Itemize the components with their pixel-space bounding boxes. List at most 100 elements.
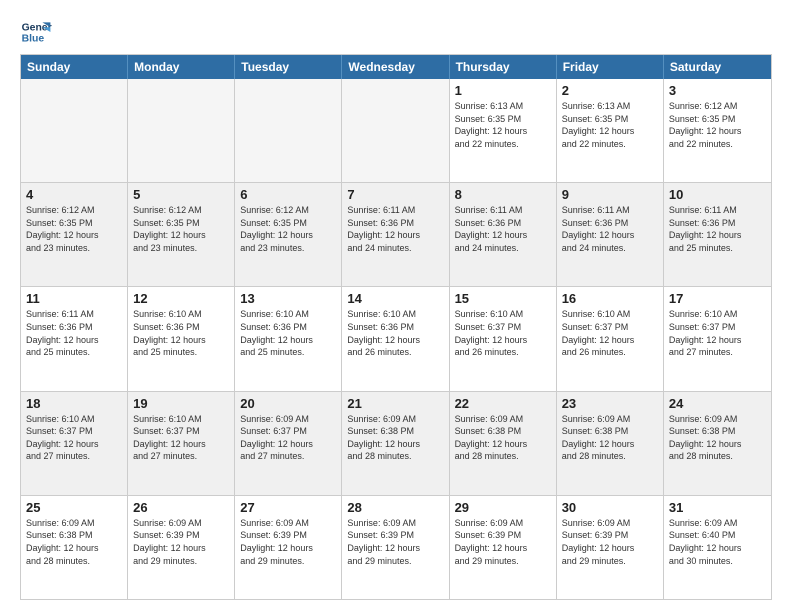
calendar-cell: 10Sunrise: 6:11 AM Sunset: 6:36 PM Dayli… xyxy=(664,183,771,286)
calendar-cell: 21 Sunrise: 6:09 AM Sunset: 6:38 PM Dayli… xyxy=(342,392,449,495)
calendar-cell: 28 Sunrise: 6:09 AM Sunset: 6:39 PM Dayli… xyxy=(342,496,449,599)
day-number: 1 xyxy=(455,83,551,98)
calendar-cell xyxy=(21,79,128,182)
day-number: 19 xyxy=(133,396,229,411)
day-detail: Sunrise: 6:10 AM Sunset: 6:37 PM Dayligh… xyxy=(562,308,658,358)
calendar-cell: 29 Sunrise: 6:09 AM Sunset: 6:39 PM Dayli… xyxy=(450,496,557,599)
day-number: 14 xyxy=(347,291,443,306)
day-number: 23 xyxy=(562,396,658,411)
day-detail: Sunrise: 6:09 AM Sunset: 6:40 PM Dayligh… xyxy=(669,517,766,567)
day-detail: Sunrise: 6:10 AM Sunset: 6:36 PM Dayligh… xyxy=(240,308,336,358)
calendar-cell: 8 Sunrise: 6:11 AM Sunset: 6:36 PM Daylig… xyxy=(450,183,557,286)
calendar-cell: 1Sunrise: 6:13 AM Sunset: 6:35 PM Daylig… xyxy=(450,79,557,182)
calendar-cell: 23 Sunrise: 6:09 AM Sunset: 6:38 PM Dayli… xyxy=(557,392,664,495)
day-detail: Sunrise: 6:11 AM Sunset: 6:36 PM Dayligh… xyxy=(26,308,122,358)
calendar-row: 4 Sunrise: 6:12 AM Sunset: 6:35 PM Daylig… xyxy=(21,183,771,287)
day-number: 11 xyxy=(26,291,122,306)
calendar-cell: 17 Sunrise: 6:10 AM Sunset: 6:37 PM Dayli… xyxy=(664,287,771,390)
calendar-cell: 6 Sunrise: 6:12 AM Sunset: 6:35 PM Daylig… xyxy=(235,183,342,286)
calendar-cell: 18 Sunrise: 6:10 AM Sunset: 6:37 PM Dayli… xyxy=(21,392,128,495)
calendar-cell: 5 Sunrise: 6:12 AM Sunset: 6:35 PM Daylig… xyxy=(128,183,235,286)
day-detail: Sunrise: 6:11 AM Sunset: 6:36 PM Dayligh… xyxy=(347,204,443,254)
day-number: 20 xyxy=(240,396,336,411)
day-number: 27 xyxy=(240,500,336,515)
day-number: 26 xyxy=(133,500,229,515)
calendar-cell: 7 Sunrise: 6:11 AM Sunset: 6:36 PM Daylig… xyxy=(342,183,449,286)
day-detail: Sunrise: 6:09 AM Sunset: 6:38 PM Dayligh… xyxy=(455,413,551,463)
calendar-cell xyxy=(235,79,342,182)
day-detail: Sunrise: 6:11 AM Sunset: 6:36 PM Dayligh… xyxy=(562,204,658,254)
day-detail: Sunrise: 6:12 AM Sunset: 6:35 PM Dayligh… xyxy=(133,204,229,254)
day-number: 29 xyxy=(455,500,551,515)
day-detail: Sunrise: 6:10 AM Sunset: 6:36 PM Dayligh… xyxy=(133,308,229,358)
day-number: 17 xyxy=(669,291,766,306)
calendar-row: 1 Sunrise: 6:13 AM Sunset: 6:35 PM Daylig… xyxy=(21,79,771,183)
day-detail: Sunrise: 6:10 AM Sunset: 6:37 PM Dayligh… xyxy=(26,413,122,463)
svg-text:Blue: Blue xyxy=(22,34,45,45)
calendar-cell xyxy=(128,79,235,182)
day-detail: Sunrise: 6:09 AM Sunset: 6:39 PM Dayligh… xyxy=(347,517,443,567)
day-number: 25 xyxy=(26,500,122,515)
day-detail: Sunrise: 6:09 AM Sunset: 6:38 PM Dayligh… xyxy=(669,413,766,463)
calendar-cell: 14 Sunrise: 6:10 AM Sunset: 6:36 PM Dayli… xyxy=(342,287,449,390)
header-day: Wednesday xyxy=(342,55,449,79)
header-day: Tuesday xyxy=(235,55,342,79)
day-detail: Sunrise: 6:09 AM Sunset: 6:38 PM Dayligh… xyxy=(562,413,658,463)
calendar-cell: 30Sunrise: 6:09 AM Sunset: 6:39 PM Dayli… xyxy=(557,496,664,599)
logo: General Blue xyxy=(20,16,52,48)
day-detail: Sunrise: 6:10 AM Sunset: 6:37 PM Dayligh… xyxy=(669,308,766,358)
day-number: 28 xyxy=(347,500,443,515)
day-number: 24 xyxy=(669,396,766,411)
day-number: 15 xyxy=(455,291,551,306)
day-detail: Sunrise: 6:10 AM Sunset: 6:36 PM Dayligh… xyxy=(347,308,443,358)
day-number: 5 xyxy=(133,187,229,202)
calendar-page: General Blue SundayMondayTuesdayWednesda… xyxy=(0,0,792,612)
day-number: 16 xyxy=(562,291,658,306)
day-detail: Sunrise: 6:12 AM Sunset: 6:35 PM Dayligh… xyxy=(240,204,336,254)
calendar-cell: 12 Sunrise: 6:10 AM Sunset: 6:36 PM Dayli… xyxy=(128,287,235,390)
calendar-cell: 19 Sunrise: 6:10 AM Sunset: 6:37 PM Dayli… xyxy=(128,392,235,495)
header-day: Thursday xyxy=(450,55,557,79)
calendar-cell: 24 Sunrise: 6:09 AM Sunset: 6:38 PM Dayli… xyxy=(664,392,771,495)
day-number: 31 xyxy=(669,500,766,515)
day-number: 21 xyxy=(347,396,443,411)
logo-icon: General Blue xyxy=(20,16,52,48)
day-number: 12 xyxy=(133,291,229,306)
day-number: 18 xyxy=(26,396,122,411)
calendar-row: 11 Sunrise: 6:11 AM Sunset: 6:36 PM Dayli… xyxy=(21,287,771,391)
day-detail: Sunrise: 6:09 AM Sunset: 6:38 PM Dayligh… xyxy=(347,413,443,463)
day-detail: Sunrise: 6:12 AM Sunset: 6:35 PM Dayligh… xyxy=(669,100,766,150)
day-number: 22 xyxy=(455,396,551,411)
calendar-cell: 2 Sunrise: 6:13 AM Sunset: 6:35 PM Daylig… xyxy=(557,79,664,182)
calendar-header: SundayMondayTuesdayWednesdayThursdayFrid… xyxy=(21,55,771,79)
calendar-cell: 25Sunrise: 6:09 AM Sunset: 6:38 PM Dayli… xyxy=(21,496,128,599)
calendar-cell: 22 Sunrise: 6:09 AM Sunset: 6:38 PM Dayli… xyxy=(450,392,557,495)
day-number: 13 xyxy=(240,291,336,306)
day-number: 6 xyxy=(240,187,336,202)
day-number: 8 xyxy=(455,187,551,202)
calendar: SundayMondayTuesdayWednesdayThursdayFrid… xyxy=(20,54,772,600)
day-detail: Sunrise: 6:09 AM Sunset: 6:39 PM Dayligh… xyxy=(133,517,229,567)
day-detail: Sunrise: 6:11 AM Sunset: 6:36 PM Dayligh… xyxy=(455,204,551,254)
day-detail: Sunrise: 6:09 AM Sunset: 6:39 PM Dayligh… xyxy=(562,517,658,567)
calendar-cell: 26 Sunrise: 6:09 AM Sunset: 6:39 PM Dayli… xyxy=(128,496,235,599)
day-detail: Sunrise: 6:11 AM Sunset: 6:36 PM Dayligh… xyxy=(669,204,766,254)
day-number: 2 xyxy=(562,83,658,98)
calendar-row: 18 Sunrise: 6:10 AM Sunset: 6:37 PM Dayli… xyxy=(21,392,771,496)
calendar-cell: 15Sunrise: 6:10 AM Sunset: 6:37 PM Dayli… xyxy=(450,287,557,390)
calendar-cell: 4Sunrise: 6:12 AM Sunset: 6:35 PM Daylig… xyxy=(21,183,128,286)
calendar-cell: 9Sunrise: 6:11 AM Sunset: 6:36 PM Daylig… xyxy=(557,183,664,286)
day-number: 7 xyxy=(347,187,443,202)
calendar-cell: 13 Sunrise: 6:10 AM Sunset: 6:36 PM Dayli… xyxy=(235,287,342,390)
header-day: Sunday xyxy=(21,55,128,79)
day-number: 3 xyxy=(669,83,766,98)
calendar-cell: 3 Sunrise: 6:12 AM Sunset: 6:35 PM Daylig… xyxy=(664,79,771,182)
day-detail: Sunrise: 6:10 AM Sunset: 6:37 PM Dayligh… xyxy=(133,413,229,463)
day-detail: Sunrise: 6:13 AM Sunset: 6:35 PM Dayligh… xyxy=(562,100,658,150)
day-number: 4 xyxy=(26,187,122,202)
day-detail: Sunrise: 6:09 AM Sunset: 6:39 PM Dayligh… xyxy=(455,517,551,567)
calendar-cell: 11 Sunrise: 6:11 AM Sunset: 6:36 PM Dayli… xyxy=(21,287,128,390)
calendar-row: 25Sunrise: 6:09 AM Sunset: 6:38 PM Dayli… xyxy=(21,496,771,599)
calendar-cell xyxy=(342,79,449,182)
header-day: Monday xyxy=(128,55,235,79)
